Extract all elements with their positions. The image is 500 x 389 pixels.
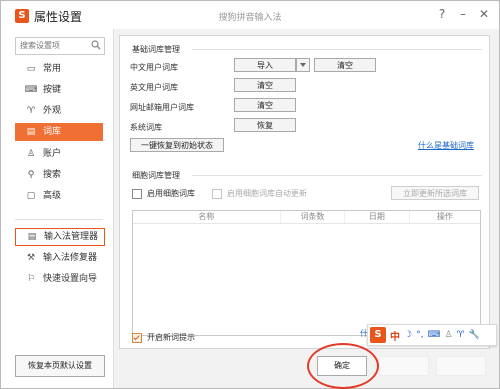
sidebar-item-label: 高级 bbox=[43, 191, 62, 201]
restore-defaults-button[interactable]: 恢复本页默认设置 bbox=[15, 355, 105, 377]
sidebar: ▭ 常用 ⌨ 按键 ♈ 外观 ▤ 词库 ♙ 账户 ⚲ 搜索 ▢ 高级 ▤ 输入法管理器 ⚒ 输入法… bbox=[1, 29, 114, 388]
settings-search-box[interactable] bbox=[15, 37, 105, 55]
import-button[interactable]: 导入 bbox=[234, 58, 296, 72]
checkbox-box bbox=[132, 188, 142, 199]
sidebar-item-account[interactable]: ♙ 账户 bbox=[15, 145, 103, 163]
column-header-name[interactable]: 名称 bbox=[133, 211, 281, 223]
table-header: 名称 词条数 日期 操作 bbox=[133, 211, 480, 224]
chevron-down-icon[interactable] bbox=[296, 58, 310, 72]
repair-icon: ⚒ bbox=[26, 253, 36, 263]
user-icon[interactable]: ♙ bbox=[444, 330, 452, 340]
what-is-basic-dict-link[interactable]: 什么是基础词库 bbox=[418, 140, 474, 151]
chinese-user-dict-label: 中文用户词库 bbox=[130, 63, 178, 72]
advanced-icon: ▢ bbox=[26, 191, 36, 201]
dictionary-icon: ▤ bbox=[26, 127, 36, 137]
keyboard-icon: ⌨ bbox=[24, 85, 38, 95]
close-button[interactable]: ✕ bbox=[477, 7, 491, 21]
enable-cell-dict-checkbox[interactable]: 启用细胞词库 bbox=[132, 188, 195, 199]
sidebar-item-label: 搜索 bbox=[43, 170, 62, 180]
main-content: 基础词库管理 中文用户词库 导入 清空 英文用户词库 清空 网址邮箱用户词库 清… bbox=[114, 29, 499, 389]
sogou-logo-icon[interactable]: S bbox=[370, 327, 386, 343]
clear-url-dict-button[interactable]: 清空 bbox=[234, 98, 296, 112]
settings-window: S 属性设置 搜狗拼音输入法 ? – ✕ ▭ 常用 ⌨ 按键 ♈ 外观 ▤ 词库 ♙ 账户 bbox=[0, 0, 500, 389]
new-word-hint-checkbox[interactable]: 开启新词提示 bbox=[132, 332, 195, 343]
search-icon[interactable] bbox=[91, 40, 101, 50]
sidebar-item-keys[interactable]: ⌨ 按键 bbox=[15, 81, 103, 99]
help-button[interactable]: ? bbox=[435, 7, 449, 21]
sidebar-item-dictionary[interactable]: ▤ 词库 bbox=[15, 123, 103, 141]
title-bar: S 属性设置 搜狗拼音输入法 ? – ✕ bbox=[1, 1, 499, 29]
wrench-icon[interactable]: 🔧 bbox=[469, 330, 480, 340]
soft-keyboard-icon[interactable]: ⌨ bbox=[427, 330, 440, 340]
checkbox-box bbox=[212, 188, 222, 199]
shirt-icon[interactable]: ♈ bbox=[457, 330, 465, 340]
clear-english-dict-button[interactable]: 清空 bbox=[234, 78, 296, 92]
sidebar-item-label: 词库 bbox=[43, 127, 62, 137]
basic-dictionary-title: 基础词库管理 bbox=[132, 45, 180, 54]
sidebar-item-label: 账户 bbox=[43, 149, 62, 159]
cancel-button[interactable] bbox=[379, 356, 429, 376]
column-header-count[interactable]: 词条数 bbox=[281, 211, 346, 223]
shirt-icon: ♈ bbox=[26, 106, 36, 116]
restore-system-dict-button[interactable]: 恢复 bbox=[234, 118, 296, 132]
auto-update-checkbox[interactable]: 启用细胞词库自动更新 bbox=[212, 188, 307, 199]
dictionary-panel: 基础词库管理 中文用户词库 导入 清空 英文用户词库 清空 网址邮箱用户词库 清… bbox=[119, 35, 497, 349]
minimize-button[interactable]: – bbox=[456, 7, 470, 21]
tool-label: 输入法修复器 bbox=[43, 253, 98, 263]
sidebar-item-label: 按键 bbox=[43, 85, 62, 95]
quick-setup-wizard-button[interactable]: ⚐ 快速设置向导 bbox=[15, 270, 103, 288]
column-header-date[interactable]: 日期 bbox=[345, 211, 410, 223]
checkbox-label: 启用细胞词库自动更新 bbox=[227, 189, 307, 198]
punctuation-icon[interactable]: °, bbox=[416, 330, 423, 340]
update-selected-dict-button[interactable]: 立即更新所选词库 bbox=[391, 186, 479, 200]
ime-repair-button[interactable]: ⚒ 输入法修复器 bbox=[15, 249, 103, 267]
english-user-dict-label: 英文用户词库 bbox=[130, 83, 178, 92]
tool-label: 快速设置向导 bbox=[43, 274, 98, 284]
search-icon: ⚲ bbox=[27, 170, 35, 180]
sidebar-item-advanced[interactable]: ▢ 高级 bbox=[15, 187, 103, 205]
cell-dictionary-title: 细胞词库管理 bbox=[132, 171, 180, 180]
url-email-dict-label: 网址邮箱用户词库 bbox=[130, 103, 194, 112]
sidebar-item-search[interactable]: ⚲ 搜索 bbox=[15, 166, 103, 184]
ime-status-bar[interactable]: S 中 ☽ °, ⌨ ♙ ♈ 🔧 bbox=[367, 324, 497, 346]
section-divider bbox=[192, 175, 482, 176]
clear-chinese-dict-button[interactable]: 清空 bbox=[314, 58, 376, 72]
tool-label: 输入法管理器 bbox=[44, 232, 99, 242]
reset-initial-state-button[interactable]: 一键恢复到初始状态 bbox=[130, 138, 224, 152]
system-dict-label: 系统词库 bbox=[130, 123, 162, 132]
checkbox-label: 开启新词提示 bbox=[147, 333, 195, 342]
chinese-mode-toggle[interactable]: 中 bbox=[390, 328, 400, 343]
window-subtitle: 搜狗拼音输入法 bbox=[218, 13, 282, 23]
flag-icon: ⚐ bbox=[26, 274, 36, 284]
ime-manager-button[interactable]: ▤ 输入法管理器 bbox=[15, 228, 105, 246]
cell-dictionary-table: 名称 词条数 日期 操作 bbox=[132, 210, 481, 336]
sidebar-item-label: 外观 bbox=[43, 106, 62, 116]
monitor-icon: ▭ bbox=[26, 64, 36, 74]
sidebar-item-label: 常用 bbox=[43, 64, 62, 74]
user-icon: ♙ bbox=[26, 149, 36, 159]
highlight-circle bbox=[307, 343, 379, 389]
checkbox-label: 启用细胞词库 bbox=[147, 189, 195, 198]
section-divider bbox=[192, 49, 482, 50]
checkbox-box bbox=[132, 332, 142, 343]
manager-icon: ▤ bbox=[27, 232, 37, 242]
moon-icon[interactable]: ☽ bbox=[404, 330, 412, 340]
column-header-action[interactable]: 操作 bbox=[410, 211, 480, 223]
sidebar-divider bbox=[15, 219, 103, 220]
apply-button[interactable] bbox=[436, 356, 486, 376]
settings-search-input[interactable] bbox=[16, 38, 90, 52]
sidebar-item-common[interactable]: ▭ 常用 bbox=[15, 60, 103, 78]
sidebar-item-appearance[interactable]: ♈ 外观 bbox=[15, 102, 103, 120]
